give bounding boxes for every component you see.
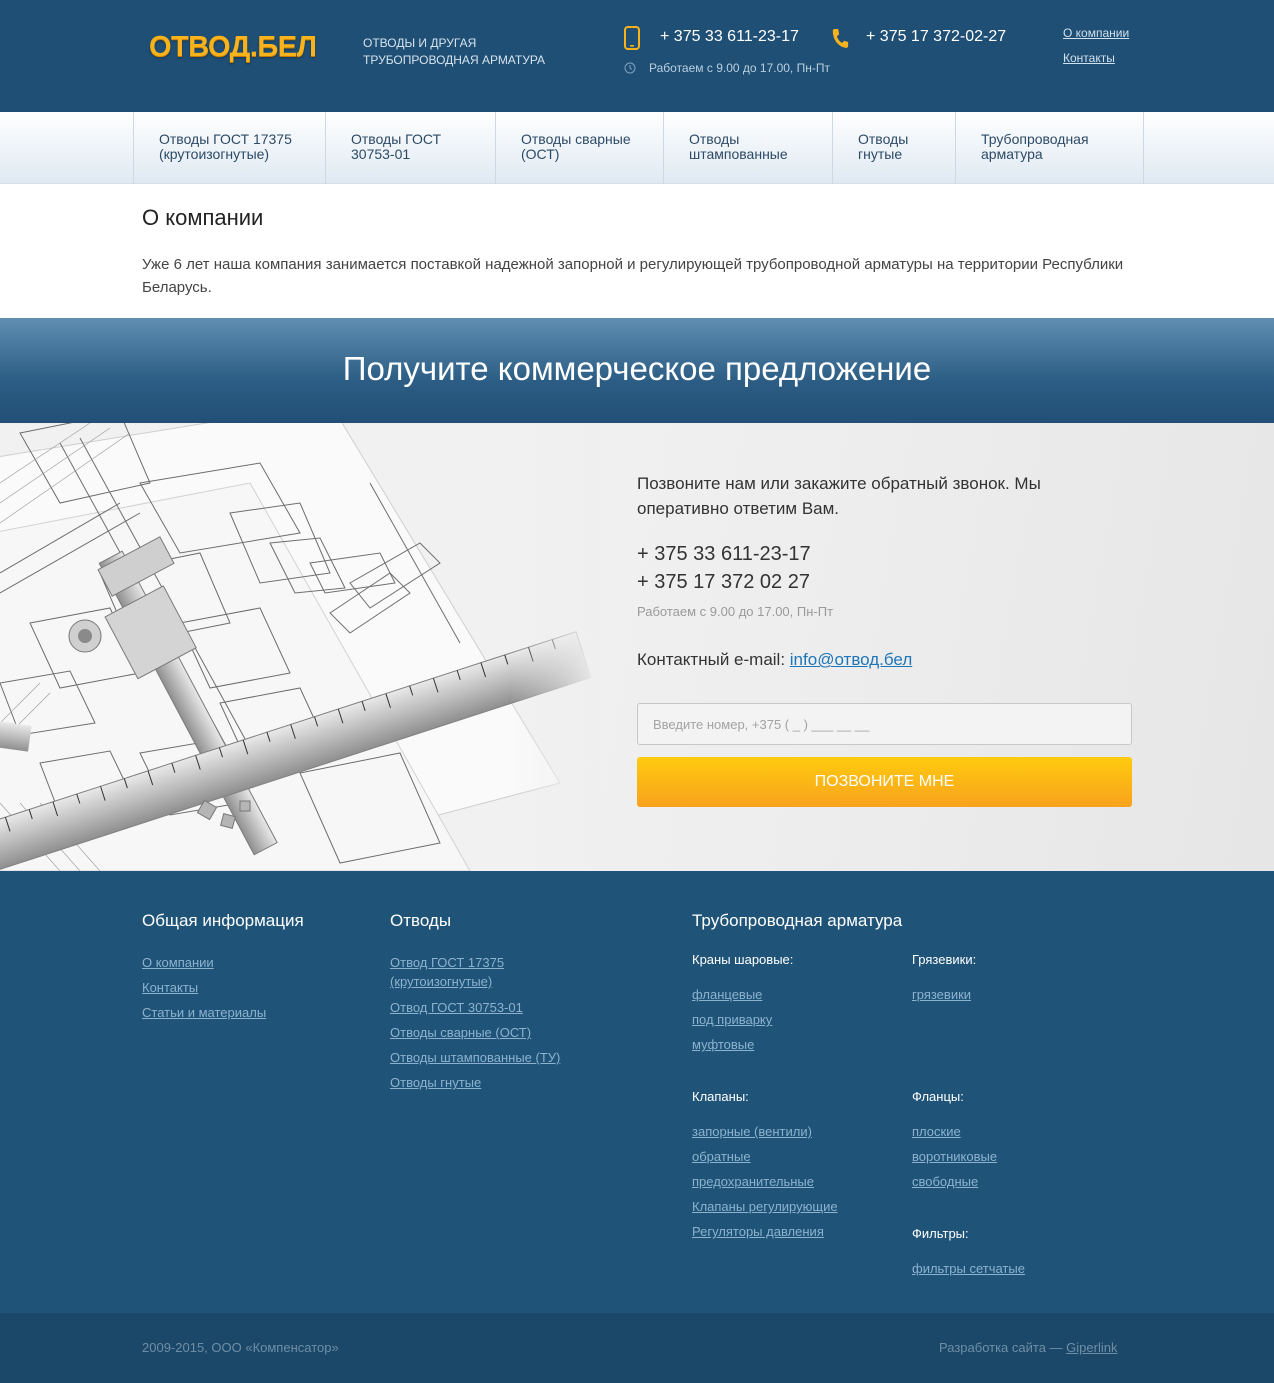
footer-link-gost-17375[interactable]: Отвод ГОСТ 17375 (крутоизогнутые) bbox=[390, 953, 540, 991]
mobile-phone-icon bbox=[624, 26, 640, 50]
header-phone-1[interactable]: + 375 33 611-23-17 bbox=[660, 28, 799, 46]
nav-item-label: Трубопроводная арматура bbox=[981, 131, 1089, 162]
footer-ball-valves-label: Краны шаровые: bbox=[692, 952, 794, 967]
developer-credit: Разработка сайта — Giperlink bbox=[939, 1340, 1117, 1355]
contact-working-hours: Работаем с 9.00 до 17.00, Пн-Пт bbox=[637, 604, 834, 619]
nav-item-label: Отводы гнутые bbox=[858, 131, 909, 162]
clock-icon bbox=[624, 62, 636, 74]
header-working-hours: Работаем с 9.00 до 17.00, Пн-Пт bbox=[649, 61, 830, 75]
footer-link-welded[interactable]: Отводы сварные (ОСТ) bbox=[390, 1023, 531, 1042]
technical-drawing-image bbox=[0, 423, 600, 871]
footer-link-weld-on[interactable]: под приварку bbox=[692, 1010, 772, 1029]
footer-flanges-label: Фланцы: bbox=[912, 1089, 964, 1104]
developer-label: Разработка сайта — bbox=[939, 1340, 1063, 1355]
footer-link-control-valves[interactable]: Клапаны регулирующие bbox=[692, 1197, 838, 1216]
contact-email-link[interactable]: info@отвод.бел bbox=[790, 650, 912, 669]
header-link-about[interactable]: О компании bbox=[1063, 26, 1129, 40]
nav-item-gost-30753[interactable]: Отводы ГОСТ 30753-01 bbox=[325, 112, 495, 184]
footer-link-bent[interactable]: Отводы гнутые bbox=[390, 1073, 481, 1092]
site-footer bbox=[0, 871, 1274, 1313]
nav-item-gost-17375[interactable]: Отводы ГОСТ 17375 (крутоизогнутые) bbox=[133, 112, 325, 184]
footer-link-flat[interactable]: плоские bbox=[912, 1122, 961, 1141]
phone-number-input[interactable] bbox=[637, 703, 1132, 745]
nav-item-label: Отводы сварные (ОСТ) bbox=[521, 131, 631, 162]
site-tagline: ОТВОДЫ И ДРУГАЯ ТРУБОПРОВОДНАЯ АРМАТУРА bbox=[363, 36, 546, 67]
copyright: 2009-2015, ООО «Компенсатор» bbox=[142, 1340, 339, 1355]
footer-link-mesh-filters[interactable]: фильтры сетчатые bbox=[912, 1259, 1025, 1278]
footer-link-articles[interactable]: Статьи и материалы bbox=[142, 1003, 266, 1022]
handset-icon bbox=[832, 29, 849, 48]
header-phone-2[interactable]: + 375 17 372-02-27 bbox=[866, 28, 1006, 46]
footer-link-flanged[interactable]: фланцевые bbox=[692, 985, 762, 1004]
footer-link-shutoff[interactable]: запорные (вентили) bbox=[692, 1122, 812, 1141]
callback-text: Позвоните нам или закажите обратный звон… bbox=[637, 474, 1041, 518]
nav-item-bent[interactable]: Отводы гнутые bbox=[832, 112, 955, 184]
about-text: Уже 6 лет наша компания занимается поста… bbox=[142, 256, 1124, 296]
footer-link-collar[interactable]: воротниковые bbox=[912, 1147, 997, 1166]
footer-valves-label: Клапаны: bbox=[692, 1089, 749, 1104]
footer-link-stamped[interactable]: Отводы штампованные (ТУ) bbox=[390, 1048, 560, 1067]
footer-link-about[interactable]: О компании bbox=[142, 953, 214, 972]
footer-link-gost-30753[interactable]: Отвод ГОСТ 30753-01 bbox=[390, 998, 523, 1017]
nav-divider bbox=[1143, 112, 1144, 184]
call-me-button[interactable]: ПОЗВОНИТЕ МНЕ bbox=[637, 757, 1132, 807]
nav-item-pipeline-fittings[interactable]: Трубопроводная арматура bbox=[955, 112, 1143, 184]
footer-mud-label: Грязевики: bbox=[912, 952, 977, 967]
about-title: О компании bbox=[142, 205, 264, 230]
nav-item-label: Отводы ГОСТ 17375 (крутоизогнутые) bbox=[159, 131, 292, 162]
header-top-links: О компании Контакты bbox=[1063, 26, 1129, 76]
footer-link-coupling[interactable]: муфтовые bbox=[692, 1035, 754, 1054]
contact-email-row: Контактный e-mail: info@отвод.бел bbox=[637, 650, 912, 670]
footer-link-pressure-regulators[interactable]: Регуляторы давления bbox=[692, 1222, 824, 1241]
footer-link-loose[interactable]: свободные bbox=[912, 1172, 978, 1191]
footer-link-contacts[interactable]: Контакты bbox=[142, 978, 198, 997]
contact-phone-2[interactable]: + 375 17 372 02 27 bbox=[637, 571, 810, 594]
site-logo[interactable]: ОТВОД.БЕЛ bbox=[149, 31, 317, 64]
offer-title-text: Получите коммерческое предложение bbox=[342, 350, 932, 387]
contact-phone-1[interactable]: + 375 33 611-23-17 bbox=[637, 543, 811, 566]
nav-item-label: Отводы ГОСТ 30753-01 bbox=[351, 131, 442, 162]
nav-item-label: Отводы штампованные bbox=[689, 131, 788, 162]
nav-item-stamped[interactable]: Отводы штампованные bbox=[663, 112, 832, 184]
footer-filters-label: Фильтры: bbox=[912, 1226, 969, 1241]
contact-email-label: Контактный e-mail: bbox=[637, 650, 786, 669]
footer-bends-title: Отводы bbox=[390, 911, 452, 930]
main-nav: Отводы ГОСТ 17375 (крутоизогнутые) Отвод… bbox=[0, 112, 1274, 184]
footer-general-title: Общая информация bbox=[142, 911, 304, 930]
footer-link-safety[interactable]: предохранительные bbox=[692, 1172, 814, 1191]
developer-link[interactable]: Giperlink bbox=[1066, 1340, 1117, 1355]
header-link-contacts[interactable]: Контакты bbox=[1063, 51, 1129, 65]
footer-link-check[interactable]: обратные bbox=[692, 1147, 751, 1166]
footer-fittings-title: Трубопроводная арматура bbox=[692, 911, 903, 930]
nav-item-welded[interactable]: Отводы сварные (ОСТ) bbox=[495, 112, 663, 184]
footer-link-mud-traps[interactable]: грязевики bbox=[912, 985, 971, 1004]
